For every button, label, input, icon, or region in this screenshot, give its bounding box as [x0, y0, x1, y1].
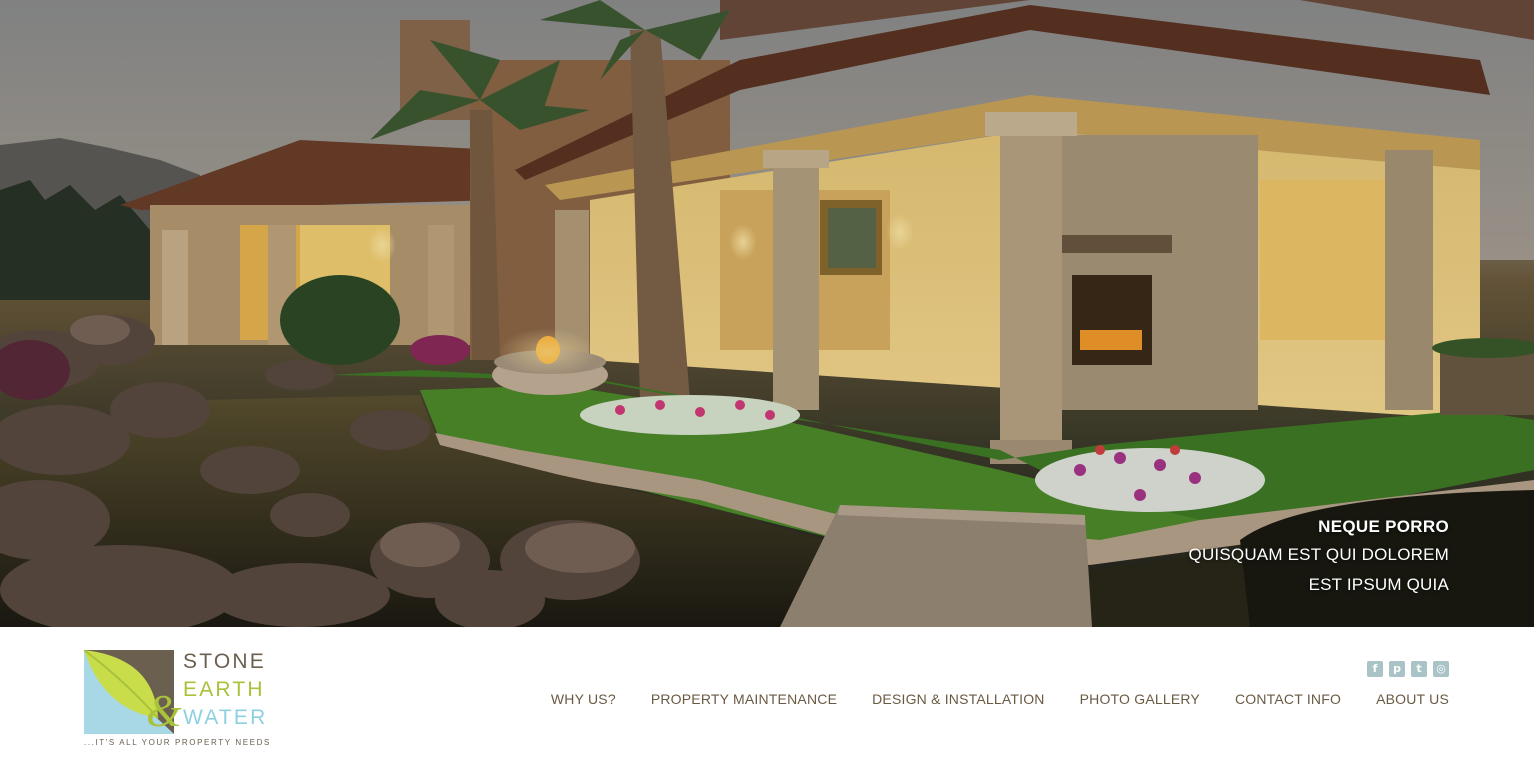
logo-word-earth: EARTH — [183, 678, 265, 701]
twitter-icon[interactable]: t — [1411, 661, 1427, 677]
hero-caption-line: EST IPSUM QUIA — [1308, 575, 1449, 594]
site-logo[interactable]: & STONE EARTH WATER ...IT'S ALL YOUR PRO… — [84, 650, 269, 750]
social-links: f p t ◎ — [1367, 661, 1449, 677]
facebook-icon[interactable]: f — [1367, 661, 1383, 677]
instagram-icon[interactable]: ◎ — [1433, 661, 1449, 677]
hero-caption: NEQUE PORRO QUISQUAM EST QUI DOLOREM EST… — [1189, 514, 1449, 600]
logo-tagline: ...IT'S ALL YOUR PROPERTY NEEDS — [84, 738, 271, 747]
pinterest-icon[interactable]: p — [1389, 661, 1405, 677]
nav-item-photo-gallery[interactable]: PHOTO GALLERY — [1080, 690, 1200, 708]
site-header: & STONE EARTH WATER ...IT'S ALL YOUR PRO… — [0, 627, 1534, 768]
logo-word-stone: STONE — [183, 650, 266, 673]
hero-caption-title: NEQUE PORRO — [1318, 517, 1449, 536]
logo-ampersand: & — [146, 685, 182, 736]
nav-item-design-installation[interactable]: DESIGN & INSTALLATION — [872, 690, 1045, 708]
nav-item-about-us[interactable]: ABOUT US — [1376, 690, 1449, 708]
nav-item-why-us[interactable]: WHY US? — [551, 690, 616, 708]
hero-banner: NEQUE PORRO QUISQUAM EST QUI DOLOREM EST… — [0, 0, 1534, 627]
nav-item-property-maintenance[interactable]: PROPERTY MAINTENANCE — [651, 690, 837, 708]
nav-item-contact-info[interactable]: CONTACT INFO — [1235, 690, 1341, 708]
hero-caption-line: QUISQUAM EST QUI DOLOREM — [1188, 545, 1449, 564]
logo-word-water: WATER — [183, 706, 268, 729]
main-nav: WHY US? PROPERTY MAINTENANCE DESIGN & IN… — [551, 690, 1449, 708]
